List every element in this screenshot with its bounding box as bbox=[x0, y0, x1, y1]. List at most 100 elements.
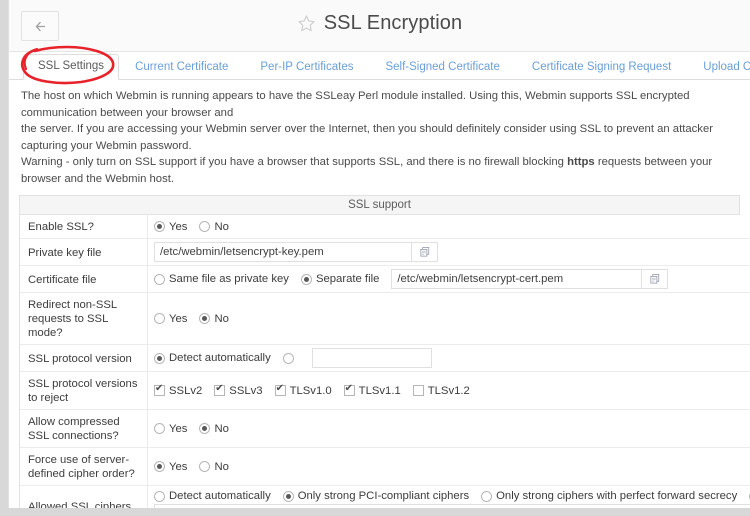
radio-label: No bbox=[214, 422, 229, 435]
file-chooser-icon bbox=[420, 247, 429, 257]
row-protocol-version: SSL protocol version Detect automaticall… bbox=[20, 345, 750, 372]
row-cipher-order: Force use of server-defined cipher order… bbox=[20, 448, 750, 486]
checkbox-tlsv12[interactable]: TLSv1.2 bbox=[412, 384, 470, 397]
row-private-key-file: Private key file /etc/webmin/letsencrypt… bbox=[20, 239, 750, 266]
file-chooser-icon bbox=[650, 274, 659, 284]
desc-line-3: Warning - only turn on SSL support if yo… bbox=[21, 154, 738, 187]
radio-cipher-order-yes[interactable]: Yes bbox=[154, 461, 187, 473]
value-redirect-non-ssl: Yes No bbox=[148, 293, 750, 344]
radio-label: No bbox=[214, 460, 229, 473]
checkbox-sslv2[interactable]: SSLv2 bbox=[154, 383, 202, 397]
radio-label: Yes bbox=[169, 220, 188, 233]
radio-dot-icon bbox=[199, 461, 211, 472]
radio-separate-file[interactable]: Separate file bbox=[300, 273, 380, 285]
screenshot-root: SSL Encryption SSL Settings Current Cert… bbox=[0, 0, 750, 516]
radio-redirect-no[interactable]: No bbox=[199, 312, 229, 325]
row-protocol-reject: SSL protocol versions to reject SSLv2 SS… bbox=[20, 372, 750, 410]
https-keyword: https bbox=[567, 156, 595, 168]
radio-label: Same file as private key bbox=[169, 273, 289, 285]
radio-label: Yes bbox=[169, 460, 188, 473]
value-cipher-order: Yes No bbox=[148, 448, 750, 485]
value-protocol-version: Detect automatically bbox=[148, 345, 750, 371]
value-enable-ssl: Yes No bbox=[148, 215, 750, 238]
radio-dot-icon bbox=[300, 273, 312, 285]
tab-self-signed-certificate[interactable]: Self-Signed Certificate bbox=[369, 56, 515, 81]
checkbox-icon bbox=[412, 385, 424, 396]
label-enable-ssl: Enable SSL? bbox=[20, 215, 148, 238]
tab-certificate-signing-request[interactable]: Certificate Signing Request bbox=[516, 56, 687, 81]
desc-line-1: The host on which Webmin is running appe… bbox=[21, 90, 690, 119]
checkbox-tlsv10[interactable]: TLSv1.0 bbox=[274, 383, 332, 397]
radio-cipher-order-no[interactable]: No bbox=[199, 460, 229, 473]
value-certificate-file: Same file as private key Separate file /… bbox=[148, 266, 750, 292]
radio-dot-icon bbox=[481, 490, 493, 502]
checkbox-sslv3[interactable]: SSLv3 bbox=[214, 383, 263, 397]
value-private-key-file: /etc/webmin/letsencrypt-key.pem bbox=[148, 239, 750, 265]
listed-ciphers-input[interactable] bbox=[154, 504, 750, 508]
radio-dot-icon bbox=[282, 490, 294, 502]
checkbox-tlsv11[interactable]: TLSv1.1 bbox=[343, 383, 401, 397]
label-protocol-reject: SSL protocol versions to reject bbox=[20, 372, 148, 409]
radio-dot-icon bbox=[154, 273, 165, 285]
protocol-version-input[interactable] bbox=[311, 348, 432, 368]
tab-bar: SSL Settings Current Certificate Per-IP … bbox=[9, 45, 750, 85]
certificate-file-chooser-button[interactable] bbox=[642, 269, 669, 289]
radio-dot-icon bbox=[154, 423, 165, 434]
radio-dot-icon bbox=[199, 221, 211, 232]
radio-dot-icon bbox=[154, 461, 165, 472]
radio-redirect-yes[interactable]: Yes bbox=[154, 313, 187, 325]
radio-dot-icon bbox=[154, 221, 165, 232]
radio-label: No bbox=[214, 220, 229, 233]
checkbox-icon bbox=[214, 383, 226, 396]
section-header-ssl-support: SSL support bbox=[19, 195, 740, 215]
radio-same-file-as-private-key[interactable]: Same file as private key bbox=[154, 273, 289, 285]
tab-per-ip-certificates[interactable]: Per-IP Certificates bbox=[244, 56, 369, 81]
value-allowed-ciphers: Detect automatically Only strong PCI-com… bbox=[148, 486, 750, 508]
module-description: The host on which Webmin is running appe… bbox=[9, 80, 750, 193]
private-key-input-group: /etc/webmin/letsencrypt-key.pem bbox=[154, 242, 438, 262]
desc-line-2: the server. If you are accessing your We… bbox=[21, 123, 713, 152]
label-private-key-file: Private key file bbox=[20, 239, 148, 265]
radio-enable-ssl-no[interactable]: No bbox=[199, 220, 229, 233]
radio-label: Yes bbox=[169, 422, 188, 435]
radio-compressed-yes[interactable]: Yes bbox=[154, 423, 187, 435]
checkbox-icon bbox=[274, 383, 286, 396]
radio-compressed-no[interactable]: No bbox=[199, 422, 229, 435]
radio-label: Yes bbox=[169, 312, 188, 325]
radio-ciphers-perfect-forward-secrecy[interactable]: Only strong ciphers with perfect forward… bbox=[481, 490, 737, 502]
row-allowed-ciphers: Allowed SSL ciphers Detect automatically… bbox=[20, 486, 750, 508]
radio-label: Detect automatically bbox=[169, 490, 271, 502]
star-outline-icon[interactable] bbox=[297, 14, 316, 33]
title-area: SSL Encryption bbox=[9, 12, 750, 35]
tab-current-certificate[interactable]: Current Certificate bbox=[119, 56, 244, 81]
radio-dot-icon bbox=[199, 423, 211, 434]
private-key-input[interactable]: /etc/webmin/letsencrypt-key.pem bbox=[154, 242, 412, 262]
certificate-file-input[interactable]: /etc/webmin/letsencrypt-cert.pem bbox=[391, 269, 643, 289]
checkbox-label: TLSv1.2 bbox=[427, 384, 470, 397]
certificate-file-input-group: /etc/webmin/letsencrypt-cert.pem bbox=[391, 269, 669, 289]
radio-dot-icon bbox=[154, 313, 165, 324]
radio-ciphers-pci-compliant[interactable]: Only strong PCI-compliant ciphers bbox=[282, 490, 469, 502]
row-enable-ssl: Enable SSL? Yes No bbox=[20, 215, 750, 239]
tab-upload-certificate[interactable]: Upload Certificate bbox=[687, 56, 750, 81]
page-header: SSL Encryption bbox=[9, 0, 750, 52]
ssl-settings-form: Enable SSL? Yes No Private key file /etc… bbox=[19, 215, 750, 508]
page-title: SSL Encryption bbox=[323, 12, 463, 34]
checkbox-label: TLSv1.0 bbox=[289, 384, 332, 397]
radio-dot-icon bbox=[154, 352, 165, 364]
row-certificate-file: Certificate file Same file as private ke… bbox=[20, 266, 750, 293]
checkbox-label: SSLv3 bbox=[229, 384, 263, 397]
private-key-file-chooser-button[interactable] bbox=[412, 242, 438, 262]
radio-protocol-detect-automatically[interactable]: Detect automatically bbox=[154, 352, 271, 364]
page-panel: SSL Encryption SSL Settings Current Cert… bbox=[8, 0, 750, 508]
label-redirect-non-ssl: Redirect non-SSL requests to SSL mode? bbox=[20, 293, 148, 344]
radio-ciphers-detect-automatically[interactable]: Detect automatically bbox=[154, 490, 271, 502]
tab-ssl-settings[interactable]: SSL Settings bbox=[23, 53, 120, 80]
radio-label: No bbox=[214, 312, 229, 325]
radio-enable-ssl-yes[interactable]: Yes bbox=[154, 221, 187, 233]
label-allowed-ciphers: Allowed SSL ciphers bbox=[20, 486, 148, 508]
radio-label: Separate file bbox=[315, 273, 380, 285]
value-protocol-reject: SSLv2 SSLv3 TLSv1.0 TLSv1.1 bbox=[148, 372, 750, 409]
desc-line-3-pre: Warning - only turn on SSL support if yo… bbox=[21, 156, 568, 168]
radio-protocol-custom[interactable] bbox=[282, 352, 298, 364]
